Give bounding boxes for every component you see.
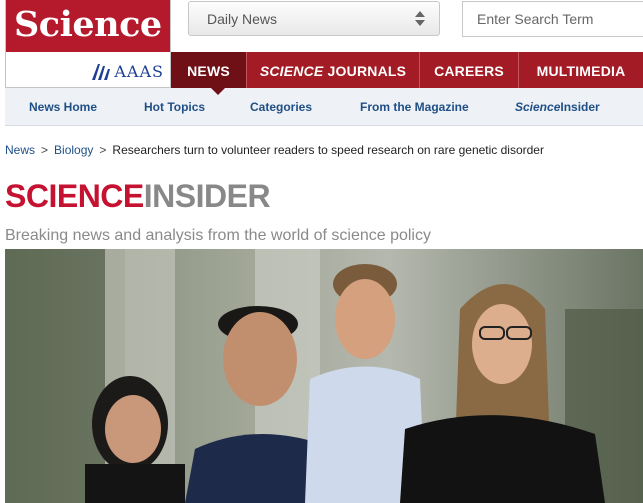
science-logo[interactable]: Science AAAS [5,0,171,88]
breadcrumb-separator: > [99,143,107,157]
breadcrumb-biology[interactable]: Biology [54,143,93,157]
subnav-categories[interactable]: Categories [250,88,312,125]
edition-dropdown-value: Daily News [207,10,278,27]
edition-dropdown[interactable]: Daily News [188,1,440,36]
subnav-science-insider[interactable]: ScienceInsider [515,88,600,125]
section-title-part1: SCIENCE [5,178,144,214]
aaas-logo[interactable]: AAAS [91,59,164,83]
section-title-part2: INSIDER [143,178,271,214]
aaas-label: AAAS [114,61,164,81]
nav-tab-careers[interactable]: CAREERS [420,52,519,89]
search-input[interactable] [462,1,643,37]
nav-tab-news-label: NEWS [187,62,230,79]
breadcrumb-news[interactable]: News [5,143,35,157]
subnav-from-the-magazine[interactable]: From the Magazine [360,88,469,125]
breadcrumb-current: Researchers turn to volunteer readers to… [112,143,544,157]
logo-red-panel: Science [6,0,170,52]
breadcrumb-separator: > [41,143,49,157]
subnav-news-home[interactable]: News Home [29,88,97,125]
nav-tab-news[interactable]: NEWS [171,52,247,89]
main-nav: NEWS SCIENCE JOURNALS CAREERS MULTIMEDIA [171,52,643,89]
nav-tab-journals-label: JOURNALS [323,62,407,79]
nav-tab-science-journals[interactable]: SCIENCE JOURNALS [247,52,420,89]
nav-tab-journals-em: SCIENCE [259,62,324,79]
breadcrumb: News > Biology > Researchers turn to volunte… [5,143,544,157]
photo-illustration [5,249,643,503]
sub-nav: News Home Hot Topics Categories From the… [5,87,643,126]
subnav-insider-em: Science [515,100,561,114]
nav-tab-multimedia-label: MULTIMEDIA [536,62,626,79]
science-wordmark: Science [14,4,162,45]
section-title: SCIENCEINSIDER [5,178,271,215]
section-tagline: Breaking news and analysis from the worl… [5,227,431,244]
up-down-chevron-icon [413,11,427,26]
subnav-insider-label: Insider [560,100,600,114]
aaas-mark-icon [92,64,111,80]
nav-tab-careers-label: CAREERS [434,62,504,79]
active-tab-caret-icon [210,87,226,95]
article-photo [5,249,643,503]
nav-tab-multimedia[interactable]: MULTIMEDIA [519,52,643,89]
subnav-hot-topics[interactable]: Hot Topics [144,88,205,125]
